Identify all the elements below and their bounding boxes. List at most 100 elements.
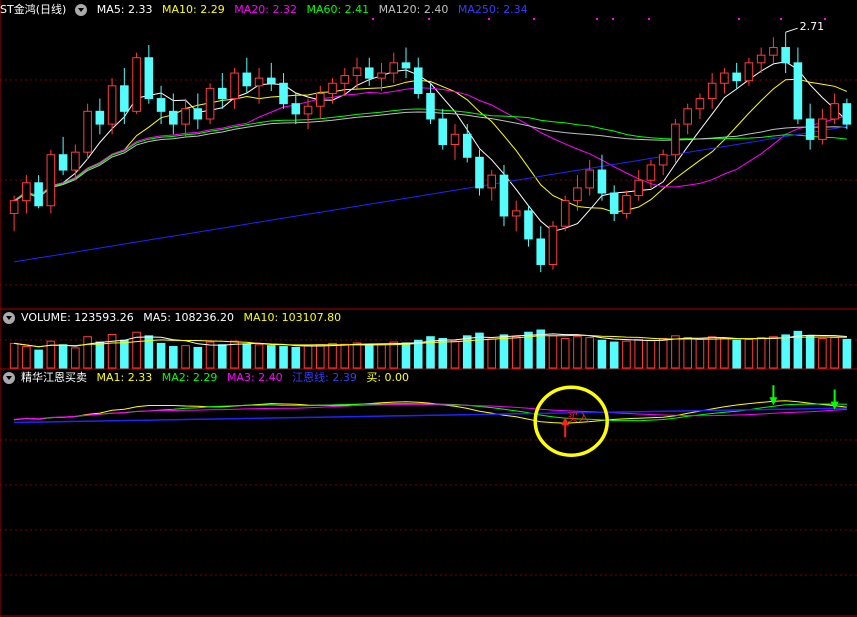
candle-body [181, 108, 190, 125]
volume-label: VOLUME: 123593.26 [21, 311, 134, 324]
candle-body [22, 182, 31, 202]
chevron-down-icon[interactable] [3, 312, 15, 324]
candle-body [462, 133, 472, 158]
candle-body [291, 103, 301, 115]
candle-body [585, 169, 594, 189]
candle-body [303, 105, 313, 115]
ma120-line [13, 111, 847, 203]
candle-body [671, 123, 680, 156]
volume-bar [683, 337, 692, 369]
signal-dot [428, 18, 430, 20]
vol-ma10-label: MA10: 103107.80 [243, 311, 342, 324]
volume-bar [254, 344, 264, 369]
candle-body [756, 54, 766, 64]
volume-bar [805, 335, 815, 369]
volume-bar [9, 342, 19, 369]
indicator-name[interactable]: 精华江恩买卖 [21, 371, 87, 384]
candle-body [634, 179, 643, 197]
candle-body [144, 57, 154, 100]
candle-body [389, 62, 399, 74]
candle-body [830, 103, 839, 120]
signal-dot [738, 18, 740, 20]
candle-body [707, 82, 717, 100]
candle-body [769, 47, 778, 56]
volume-bar [291, 346, 301, 369]
volume-bar [818, 337, 827, 369]
volume-bar [389, 341, 399, 369]
candle-body [46, 154, 56, 207]
volume-bar [671, 335, 680, 369]
volume-bar [634, 338, 643, 369]
ind-ma3-label: MA3: 2.40 [226, 371, 283, 384]
ma60-label: MA60: 2.41 [306, 3, 370, 16]
candle-body [9, 200, 19, 214]
candle-body [573, 187, 582, 202]
volume-bar [303, 345, 313, 369]
volume-bar [156, 342, 166, 369]
volume-bar [218, 344, 227, 369]
candle-body [609, 192, 619, 214]
candle-body [548, 225, 558, 265]
volume-bar [842, 338, 852, 369]
volume-bar [169, 346, 178, 369]
ma250-line [14, 126, 847, 263]
candle-body [597, 169, 607, 194]
volume-bar [107, 333, 117, 369]
candle-body [242, 72, 252, 87]
candle-body [475, 156, 484, 189]
candle-body [683, 108, 692, 125]
volume-bar [609, 341, 619, 369]
signal-dot [824, 18, 826, 20]
candle-body [793, 62, 803, 120]
signal-dot [533, 18, 535, 20]
candle-body [401, 62, 411, 69]
ind-gann-label: 江恩线: 2.39 [292, 371, 357, 384]
volume-bar [71, 347, 80, 369]
volume-bar [34, 349, 43, 369]
signal-dot [648, 18, 650, 20]
candle-body [842, 103, 852, 125]
volume-bar [622, 340, 631, 369]
candle-body [156, 98, 166, 112]
chevron-down-icon[interactable] [3, 372, 15, 384]
candle-body [352, 67, 362, 77]
volume-bar [658, 337, 668, 369]
candle-body [646, 164, 656, 181]
volume-bar [475, 332, 484, 369]
candle-body [218, 87, 227, 100]
volume-bar [511, 336, 521, 369]
volume-bar [364, 344, 374, 369]
volume-bar [352, 342, 362, 369]
volume-bar [279, 346, 288, 369]
candle-body [818, 118, 827, 140]
signal-dot [596, 18, 598, 20]
volume-bar [242, 343, 252, 369]
candle-body [340, 75, 350, 84]
volume-bar [120, 339, 129, 369]
volume-bar [560, 337, 570, 369]
stock-title[interactable]: ST金鸿(日线) [0, 3, 66, 16]
ma5-label: MA5: 2.33 [96, 3, 153, 16]
volume-bar [499, 334, 509, 369]
signal-dot [372, 18, 374, 20]
candle-body [720, 72, 729, 84]
volume-bar [585, 337, 594, 369]
candle-body [744, 62, 754, 82]
candle-body [34, 182, 43, 207]
buy-signal-text: 买入 [567, 411, 589, 424]
volume-bar [193, 346, 203, 369]
candle-body [254, 77, 264, 87]
volume-bar [646, 339, 656, 369]
candle-body [377, 72, 386, 79]
volume-bar [548, 335, 558, 369]
chevron-down-icon[interactable] [75, 4, 88, 16]
volume-bar [401, 342, 411, 369]
candle-body [58, 154, 68, 171]
volume-bar [267, 345, 276, 369]
volume-bar [744, 338, 754, 369]
candle-body [193, 108, 203, 120]
volume-bar [695, 338, 705, 369]
candle-body [781, 47, 790, 64]
volume-bar [315, 344, 325, 369]
kline-chart: 2.71 买入 [0, 0, 857, 617]
